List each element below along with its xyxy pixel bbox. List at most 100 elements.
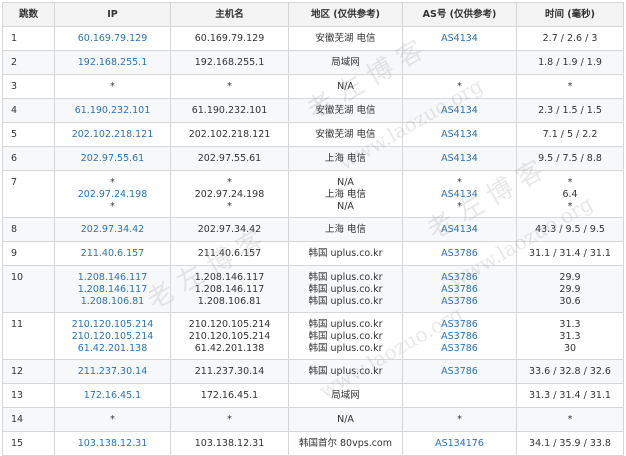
time-value: * [567, 201, 573, 212]
as-link[interactable]: AS3786 [403, 343, 516, 355]
time-value: 30.6 [559, 296, 581, 307]
ip-link[interactable]: 61.42.201.138 [55, 343, 170, 355]
as-link[interactable]: AS4134 [403, 129, 516, 141]
region-value: N/A [337, 177, 354, 188]
hop-cell: 7 [2, 170, 55, 218]
as-link[interactable]: AS4134 [403, 105, 516, 117]
as-value: * [457, 177, 462, 188]
as-link[interactable]: AS4134 [403, 33, 516, 45]
time-value: 30 [563, 343, 577, 354]
as-link[interactable]: AS3786 [403, 272, 516, 284]
ip-link[interactable]: 210.120.105.214 [55, 319, 170, 331]
ip-cell: * 202.97.24.198 * [54, 170, 171, 218]
hostname-value: 1.208.146.117 [194, 272, 265, 283]
as-link[interactable]: AS3786 [403, 366, 516, 378]
table-row: 11 210.120.105.214 210.120.105.214 61.42.20… [2, 312, 624, 360]
time-value: 6.4 [562, 189, 578, 200]
region-cell: N/A [288, 74, 403, 99]
table-row: 2 192.168.255.1 192.168.255.1 局域网 1.8 / 1.9… [2, 50, 624, 75]
hostname-cell: 1.208.146.117 1.208.146.117 1.208.106.81 [170, 265, 289, 313]
hostname-cell: 211.237.30.14 [170, 359, 289, 384]
time-value: 34.1 / 35.9 / 33.8 [529, 438, 611, 449]
hostname-cell: 60.169.79.129 [170, 26, 289, 51]
ip-link[interactable]: 1.208.146.117 [55, 272, 170, 284]
ip-link[interactable]: 1.208.106.81 [55, 296, 170, 308]
table-row: 13 172.16.45.1 172.16.45.1 局域网 31.3 / 31.4 … [2, 383, 624, 408]
ip-link[interactable]: 211.40.6.157 [55, 248, 170, 260]
region-value: N/A [337, 201, 354, 212]
ip-cell: 210.120.105.214 210.120.105.214 61.42.201.… [54, 312, 171, 360]
hop-number: 11 [11, 319, 24, 330]
region-cell: 局域网 [288, 50, 403, 75]
hop-cell: 8 [2, 217, 55, 242]
ip-link[interactable]: 103.138.12.31 [55, 438, 170, 450]
table-body: 1 60.169.79.129 60.169.79.129 安徽芜湖 电信 AS4134… [2, 26, 624, 456]
hostname-cell: 202.97.55.61 [170, 146, 289, 171]
as-link[interactable]: AS3786 [403, 296, 516, 308]
header-hostname: 主机名 [170, 2, 289, 27]
hostname-value: 211.237.30.14 [194, 366, 265, 377]
time-value: * [567, 414, 573, 425]
hostname-value: 60.169.79.129 [194, 33, 265, 44]
as-cell: AS134176 [402, 431, 517, 456]
table-row: 14 * * N/A * * [2, 407, 624, 432]
as-link[interactable]: AS3786 [403, 319, 516, 331]
hop-cell: 11 [2, 312, 55, 360]
as-link[interactable]: AS4134 [403, 189, 516, 201]
hostname-value: 103.138.12.31 [194, 438, 265, 449]
table-header-row: 跳数 IP 主机名 地区 (仅供参考) AS号 (仅供参考) 时间 (毫秒) [2, 2, 624, 27]
time-cell: * [516, 74, 624, 99]
time-cell: 29.9 29.9 30.6 [516, 265, 624, 313]
table-row: 5 202.102.218.121 202.102.218.121 安徽芜湖 电信 AS… [2, 122, 624, 147]
ip-cell: 103.138.12.31 [54, 431, 171, 456]
ip-link[interactable]: 202.97.55.61 [55, 153, 170, 165]
header-ip: IP [54, 2, 171, 27]
as-value: * [457, 81, 462, 92]
hostname-cell: 202.97.34.42 [170, 217, 289, 242]
region-value: N/A [337, 414, 354, 425]
hop-cell: 6 [2, 146, 55, 171]
as-link[interactable]: AS4134 [403, 153, 516, 165]
ip-link[interactable]: 1.208.146.117 [55, 284, 170, 296]
region-value: 局域网 [331, 57, 360, 68]
as-link[interactable]: AS134176 [403, 438, 516, 450]
time-value: 2.7 / 2.6 / 3 [542, 33, 598, 44]
as-link[interactable]: AS4134 [403, 224, 516, 236]
as-link[interactable]: AS3786 [403, 331, 516, 343]
traceroute-page: 跳数 IP 主机名 地区 (仅供参考) AS号 (仅供参考) 时间 (毫秒) 1… [0, 0, 626, 456]
hop-number: 10 [11, 272, 24, 283]
ip-cell: 202.97.55.61 [54, 146, 171, 171]
time-cell: * 6.4 * [516, 170, 624, 218]
as-cell: AS3786 AS3786 AS3786 [402, 265, 517, 313]
time-cell: * [516, 407, 624, 432]
region-value: 韩国 uplus.co.kr [308, 296, 383, 307]
hop-cell: 14 [2, 407, 55, 432]
hostname-cell: 211.40.6.157 [170, 241, 289, 266]
region-value: 安徽芜湖 电信 [315, 105, 376, 116]
ip-link[interactable]: 192.168.255.1 [55, 57, 170, 69]
hop-number: 7 [11, 177, 18, 188]
region-cell: 上海 电信 [288, 217, 403, 242]
hop-number: 13 [11, 390, 24, 401]
ip-cell: 202.97.34.42 [54, 217, 171, 242]
ip-link[interactable]: 202.97.34.42 [55, 224, 170, 236]
hop-number: 1 [11, 33, 18, 44]
as-link[interactable]: AS3786 [403, 248, 516, 260]
ip-cell: * [54, 407, 171, 432]
ip-link[interactable]: 172.16.45.1 [55, 390, 170, 402]
hop-number: 2 [11, 57, 18, 68]
region-cell: 安徽芜湖 电信 [288, 98, 403, 123]
ip-link[interactable]: 60.169.79.129 [55, 33, 170, 45]
ip-link[interactable]: 202.102.218.121 [55, 129, 170, 141]
hostname-value: 61.42.201.138 [194, 343, 265, 354]
ip-link[interactable]: 211.237.30.14 [55, 366, 170, 378]
as-cell: * AS4134 * [402, 170, 517, 218]
region-value: 韩国 uplus.co.kr [308, 366, 383, 377]
table-row: 15 103.138.12.31 103.138.12.31 韩国首尔 80vps.c… [2, 431, 624, 456]
ip-link[interactable]: 61.190.232.101 [55, 105, 170, 117]
as-link[interactable]: AS3786 [403, 284, 516, 296]
as-cell: AS4134 [402, 146, 517, 171]
ip-link[interactable]: 202.97.24.198 [55, 189, 170, 201]
ip-link[interactable]: 210.120.105.214 [55, 331, 170, 343]
as-value [403, 390, 516, 402]
